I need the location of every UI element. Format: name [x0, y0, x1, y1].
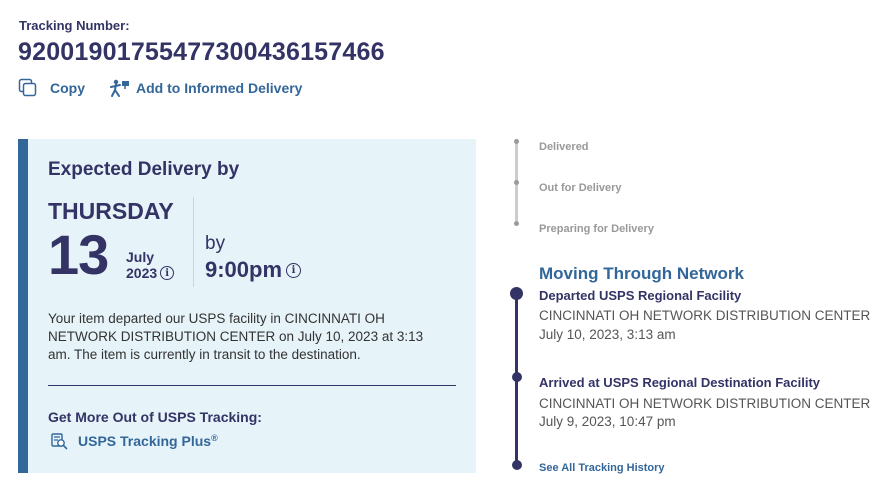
delivery-time-row: 9:00pm i	[205, 257, 302, 283]
expected-delivery-card: Expected Delivery by THURSDAY 13 July 20…	[18, 139, 476, 473]
timeline-dot-current	[510, 287, 523, 300]
delivery-by-label: by	[205, 233, 226, 254]
card-divider	[48, 385, 456, 386]
info-icon[interactable]: i	[160, 266, 175, 280]
event-time: July 10, 2023, 3:13 am	[539, 327, 676, 342]
registered-mark: ®	[211, 432, 218, 443]
timeline-dot-end	[512, 460, 522, 470]
copy-icon	[18, 78, 37, 97]
status-description: Your item departed our USPS facility in …	[48, 311, 424, 362]
informed-delivery-label: Add to Informed Delivery	[136, 80, 303, 96]
delivery-year-row: 2023 i	[126, 265, 175, 281]
timeline-step-preparing: Preparing for Delivery	[539, 223, 654, 235]
tracking-plus-icon	[51, 433, 68, 450]
usps-tracking-plus-label: USPS Tracking Plus®	[78, 432, 218, 450]
delivery-divider	[193, 197, 194, 287]
timeline-step-delivered: Delivered	[539, 141, 589, 153]
event-title: Departed USPS Regional Facility	[539, 288, 742, 303]
copy-button[interactable]: Copy	[18, 78, 85, 98]
informed-delivery-icon	[110, 79, 129, 97]
event-location: CINCINNATI OH NETWORK DISTRIBUTION CENTE…	[539, 308, 871, 323]
timeline-dot-delivered	[514, 139, 519, 144]
tracking-number-label: Tracking Number:	[19, 18, 130, 33]
event-title: Arrived at USPS Regional Destination Fac…	[539, 375, 821, 390]
delivery-year: 2023	[126, 265, 158, 281]
expected-delivery-title: Expected Delivery by	[48, 159, 240, 180]
delivery-date: 13	[48, 223, 109, 286]
event-time: July 9, 2023, 10:47 pm	[539, 414, 676, 429]
current-status-heading: Moving Through Network	[539, 264, 744, 283]
add-informed-delivery-button[interactable]: Add to Informed Delivery	[109, 78, 302, 98]
copy-label: Copy	[50, 80, 85, 96]
delivery-month: July	[126, 249, 155, 265]
timeline-step-out-for-delivery: Out for Delivery	[539, 182, 622, 194]
tracking-number: 92001901755477300436157466	[18, 38, 385, 66]
more-tracking-title: Get More Out of USPS Tracking:	[48, 409, 262, 425]
timeline-dot-preparing	[514, 221, 519, 226]
usps-tracking-plus-link[interactable]: USPS Tracking Plus®	[50, 432, 218, 450]
timeline-dot-out-for-delivery	[514, 180, 519, 185]
delivery-day: THURSDAY	[48, 198, 174, 224]
delivery-time: 9:00pm	[205, 257, 283, 282]
event-location: CINCINNATI OH NETWORK DISTRIBUTION CENTE…	[539, 396, 871, 411]
tracking-actions: Copy Add to Informed Delivery	[18, 78, 302, 98]
see-all-tracking-history-link[interactable]: See All Tracking History	[539, 462, 665, 474]
info-icon[interactable]: i	[286, 262, 302, 278]
timeline-dot-event	[512, 372, 522, 382]
